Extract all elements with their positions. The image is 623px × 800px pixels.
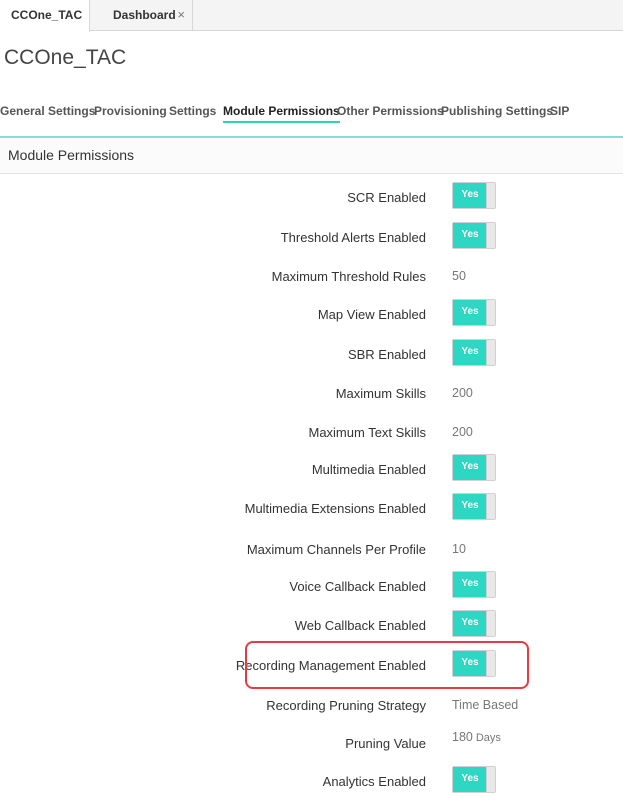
row-analytics-enabled: Analytics Enabled Yes (0, 766, 623, 796)
row-maximum-text-skills: Maximum Text Skills 200 (0, 417, 623, 447)
toggle-yes: Yes (453, 455, 487, 480)
row-label: Threshold Alerts Enabled (280, 230, 426, 245)
row-value: 200 (452, 386, 473, 400)
highlight-annotation (245, 641, 529, 689)
row-sbr-enabled: SBR Enabled Yes (0, 339, 623, 369)
toggle-knob (486, 300, 495, 325)
toggle-knob (486, 611, 495, 636)
row-label: Analytics Enabled (322, 774, 426, 789)
row-web-callback-enabled: Web Callback Enabled Yes (0, 610, 623, 640)
row-label: Recording Pruning Strategy (266, 698, 426, 713)
page-title: CCOne_TAC (4, 46, 127, 69)
row-label: Maximum Channels Per Profile (246, 542, 426, 557)
tab-label: Dashboard (113, 8, 176, 22)
row-maximum-threshold-rules: Maximum Threshold Rules 50 (0, 261, 623, 291)
tab-bar: CCOne_TAC Dashboard × (0, 0, 623, 32)
tab-label: CCOne_TAC (11, 8, 83, 22)
row-scr-enabled: SCR Enabled Yes (0, 182, 623, 212)
toggle-yes: Yes (453, 767, 487, 792)
row-voice-callback-enabled: Voice Callback Enabled Yes (0, 571, 623, 601)
row-maximum-channels-per-profile: Maximum Channels Per Profile 10 (0, 534, 623, 564)
toggle-switch[interactable]: Yes (452, 454, 496, 481)
toggle-yes: Yes (453, 300, 487, 325)
subnav-provisioning[interactable]: Provisioning (94, 104, 167, 118)
row-label: Multimedia Enabled (311, 462, 426, 477)
pruning-unit: Days (475, 732, 501, 744)
toggle-yes: Yes (453, 494, 487, 519)
toggle-yes: Yes (453, 572, 487, 597)
toggle-knob (486, 455, 495, 480)
subnav-settings[interactable]: Settings (169, 104, 216, 118)
toggle-switch[interactable]: Yes (452, 766, 496, 793)
section-header: Module Permissions (0, 136, 623, 174)
row-label: SCR Enabled (347, 190, 426, 205)
toggle-switch[interactable]: Yes (452, 571, 496, 598)
toggle-yes: Yes (453, 611, 487, 636)
toggle-knob (486, 767, 495, 792)
row-value: 50 (452, 269, 466, 283)
row-threshold-alerts-enabled: Threshold Alerts Enabled Yes (0, 222, 623, 252)
row-value: 10 (452, 542, 466, 556)
row-label: Maximum Text Skills (308, 425, 426, 440)
subnav-module-permissions[interactable]: Module Permissions (223, 104, 340, 123)
row-label: Multimedia Extensions Enabled (244, 501, 426, 516)
row-label: Pruning Value (345, 736, 426, 751)
toggle-switch[interactable]: Yes (452, 222, 496, 249)
toggle-switch[interactable]: Yes (452, 182, 496, 209)
row-label: Voice Callback Enabled (289, 579, 426, 594)
toggle-yes: Yes (453, 223, 487, 248)
row-maximum-skills: Maximum Skills 200 (0, 378, 623, 408)
row-label: SBR Enabled (347, 347, 426, 362)
row-multimedia-enabled: Multimedia Enabled Yes (0, 454, 623, 484)
toggle-switch[interactable]: Yes (452, 299, 496, 326)
toggle-knob (486, 223, 495, 248)
subnav-publishing-settings[interactable]: Publishing Settings (441, 104, 553, 118)
subnav-other-permissions[interactable]: Other Permissions (337, 104, 444, 118)
row-multimedia-extensions-enabled: Multimedia Extensions Enabled Yes (0, 493, 623, 523)
tab-ccone-tac[interactable]: CCOne_TAC (0, 0, 90, 32)
toggle-knob (486, 340, 495, 365)
toggle-switch[interactable]: Yes (452, 493, 496, 520)
row-value: 200 (452, 425, 473, 439)
toggle-switch[interactable]: Yes (452, 339, 496, 366)
tab-dashboard[interactable]: Dashboard × (90, 0, 193, 31)
section-title: Module Permissions (8, 147, 135, 163)
subnav-sip[interactable]: SIP (550, 104, 569, 118)
toggle-yes: Yes (453, 340, 487, 365)
row-value: 180 Days (452, 730, 501, 744)
subnav-general-settings[interactable]: General Settings (0, 104, 95, 118)
toggle-yes: Yes (453, 183, 487, 208)
row-recording-pruning-strategy: Recording Pruning Strategy Time Based (0, 690, 623, 720)
toggle-knob (486, 572, 495, 597)
pruning-number: 180 (452, 730, 473, 744)
close-icon[interactable]: × (177, 0, 185, 30)
toggle-knob (486, 494, 495, 519)
row-label: Maximum Skills (335, 386, 426, 401)
row-label: Web Callback Enabled (294, 618, 426, 633)
row-map-view-enabled: Map View Enabled Yes (0, 299, 623, 329)
row-label: Maximum Threshold Rules (271, 269, 426, 284)
row-value: Time Based (452, 698, 519, 712)
row-label: Map View Enabled (317, 307, 426, 322)
row-pruning-value: Pruning Value 180 Days (0, 728, 623, 758)
toggle-switch[interactable]: Yes (452, 610, 496, 637)
toggle-knob (486, 183, 495, 208)
